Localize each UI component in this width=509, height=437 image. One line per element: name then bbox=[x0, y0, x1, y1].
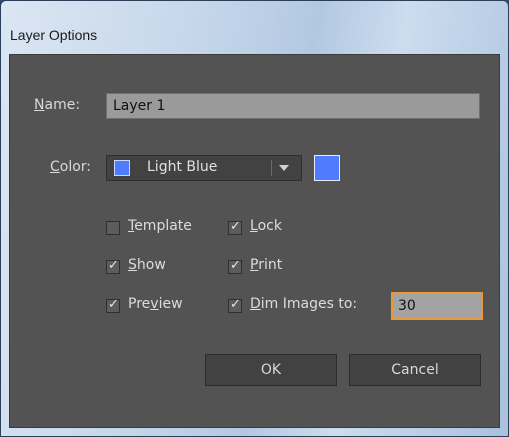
layer-options-dialog: Layer Options Name: Color: Light Blue Te… bbox=[0, 0, 509, 437]
dropdown-divider bbox=[271, 160, 272, 176]
show-label-rest: how bbox=[136, 257, 166, 273]
lock-label-rest: ock bbox=[257, 218, 282, 234]
checkmark-icon: ✓ bbox=[230, 219, 241, 234]
dim-images-input[interactable] bbox=[391, 292, 483, 320]
color-label: Color: bbox=[50, 159, 91, 175]
print-label-mnemonic: P bbox=[250, 257, 259, 273]
dialog-content: Name: Color: Light Blue Template ✓ Lock … bbox=[9, 54, 500, 428]
show-checkbox[interactable]: ✓ bbox=[106, 258, 120, 274]
color-swatch-icon bbox=[114, 160, 130, 176]
chevron-down-icon[interactable] bbox=[279, 165, 289, 171]
window-title: Layer Options bbox=[10, 27, 98, 43]
preview-label-rest: iew bbox=[158, 296, 183, 312]
print-label-rest: rint bbox=[258, 257, 283, 273]
dim-images-label-rest: im Images to: bbox=[260, 296, 358, 312]
show-label[interactable]: Show bbox=[128, 257, 166, 273]
template-label[interactable]: Template bbox=[128, 218, 192, 234]
lock-label-mnemonic: L bbox=[250, 218, 258, 234]
color-dropdown[interactable]: Light Blue bbox=[106, 155, 302, 181]
template-label-rest: emplate bbox=[134, 218, 192, 234]
preview-label-mnemonic: v bbox=[150, 296, 159, 312]
name-label: Name: bbox=[34, 97, 80, 113]
preview-checkbox[interactable]: ✓ bbox=[106, 297, 120, 313]
print-checkbox[interactable]: ✓ bbox=[228, 258, 242, 274]
show-label-mnemonic: S bbox=[128, 257, 137, 273]
template-checkbox[interactable] bbox=[106, 221, 120, 235]
color-picker-swatch[interactable] bbox=[314, 155, 340, 181]
title-bar[interactable]: Layer Options bbox=[1, 1, 508, 53]
lock-checkbox[interactable]: ✓ bbox=[228, 219, 242, 235]
checkmark-icon: ✓ bbox=[108, 258, 119, 273]
dim-images-label-mnemonic: D bbox=[250, 296, 261, 312]
preview-label-pre: Pre bbox=[128, 296, 151, 312]
preview-label[interactable]: Preview bbox=[128, 296, 183, 312]
lock-label[interactable]: Lock bbox=[250, 218, 282, 234]
name-input[interactable] bbox=[106, 93, 480, 119]
color-label-rest: olor: bbox=[59, 159, 92, 175]
dim-images-checkbox[interactable]: ✓ bbox=[228, 297, 242, 313]
name-label-mnemonic: N bbox=[34, 97, 45, 113]
checkmark-icon: ✓ bbox=[230, 297, 241, 312]
color-label-mnemonic: C bbox=[50, 159, 60, 175]
ok-button[interactable]: OK bbox=[205, 354, 337, 386]
color-dropdown-value: Light Blue bbox=[147, 159, 218, 175]
name-label-rest: ame: bbox=[44, 97, 81, 113]
checkmark-icon: ✓ bbox=[108, 297, 119, 312]
dim-images-label[interactable]: Dim Images to: bbox=[250, 296, 357, 312]
checkmark-icon: ✓ bbox=[230, 258, 241, 273]
cancel-button[interactable]: Cancel bbox=[349, 354, 481, 386]
print-label[interactable]: Print bbox=[250, 257, 282, 273]
